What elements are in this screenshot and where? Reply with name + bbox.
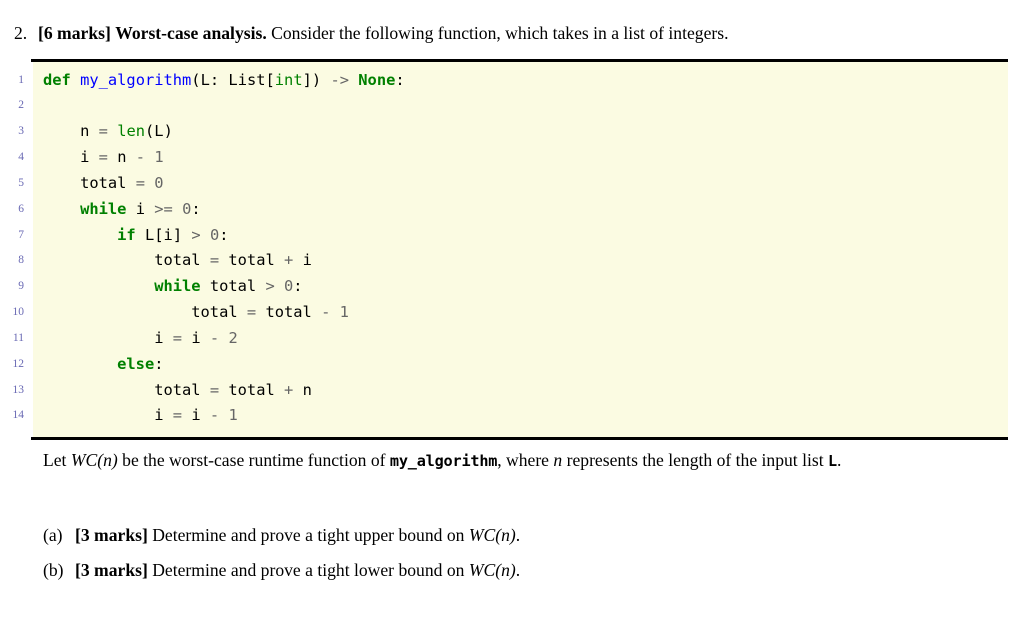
subpart-b-math: WC(n) bbox=[468, 559, 516, 580]
para-text-5: . bbox=[836, 450, 842, 470]
code-line-content: i = n - 1 bbox=[80, 148, 164, 167]
subpart-b-before: Determine and prove a tight lower bound … bbox=[147, 559, 469, 580]
code-line-number: 12 bbox=[12, 357, 25, 370]
code-line-number: 14 bbox=[12, 409, 25, 422]
code-listing: 1 def my_algorithm(L: List[int]) -> None:… bbox=[0, 59, 1024, 440]
code-line-content: i = i - 2 bbox=[154, 328, 238, 347]
code-line-number: 10 bbox=[12, 306, 25, 319]
code-line: 11 i = i - 2 bbox=[13, 326, 1008, 352]
code-line-content: if L[i] > 0: bbox=[117, 225, 229, 244]
subpart-a-label: (a) bbox=[43, 525, 63, 545]
question-marks: [6 marks] bbox=[38, 23, 111, 43]
code-line: 6 while i >= 0: bbox=[18, 197, 1008, 223]
code-line-number: 7 bbox=[18, 228, 24, 241]
subpart-a-after: . bbox=[515, 525, 521, 545]
code-line-number: 4 bbox=[18, 151, 24, 164]
subpart-a: (a) [3 marks] Determine and prove a tigh… bbox=[43, 524, 1008, 548]
code-line: 8 total = total + i bbox=[18, 248, 1008, 274]
listing-bottom-rule bbox=[31, 437, 1008, 440]
math-n: n bbox=[553, 450, 563, 470]
subpart-a-text: [3 marks] Determine and prove a tight up… bbox=[75, 524, 1008, 548]
code-line-number: 2 bbox=[18, 99, 24, 112]
code-line-number: 11 bbox=[12, 331, 24, 344]
code-line-number: 6 bbox=[18, 202, 24, 215]
question-stem: 2. [6 marks] Worst-case analysis. Consid… bbox=[14, 22, 1010, 46]
code-line-number: 5 bbox=[18, 176, 24, 189]
code-line-number: 1 bbox=[18, 73, 24, 86]
code-line-content bbox=[33, 93, 1008, 119]
code-line: 14 i = i - 1 bbox=[13, 403, 1008, 429]
code-line: 3 n = len(L) bbox=[18, 119, 1008, 145]
para-text-4: represents the length of the input list bbox=[562, 450, 829, 470]
code-line: 1 def my_algorithm(L: List[int]) -> None: bbox=[18, 68, 1008, 94]
question-title: Worst-case analysis. bbox=[115, 23, 267, 43]
code-line-content: total = total + i bbox=[154, 251, 312, 270]
code-line-number: 9 bbox=[18, 280, 24, 293]
code-line-content: total = total - 1 bbox=[191, 303, 349, 322]
code-line-content: while total > 0: bbox=[154, 277, 303, 296]
subpart-b-after: . bbox=[515, 559, 521, 580]
question-prompt: Consider the following function, which t… bbox=[271, 23, 729, 43]
math-wc-n-1: WC(n) bbox=[70, 450, 118, 470]
question-body: [6 marks] Worst-case analysis. Consider … bbox=[38, 22, 1010, 46]
code-line: 12 else: bbox=[13, 352, 1008, 378]
code-line-number: 8 bbox=[18, 254, 24, 267]
subpart-b-text: [3 marks] Determine and prove a tight lo… bbox=[75, 559, 1008, 583]
code-area: 1 def my_algorithm(L: List[int]) -> None:… bbox=[13, 61, 1008, 438]
code-line-number: 13 bbox=[12, 383, 25, 396]
inline-code-l: L bbox=[828, 452, 837, 470]
definition-paragraph: Let WC(n) be the worst-case runtime func… bbox=[43, 448, 1008, 474]
code-line: 10 total = total - 1 bbox=[13, 300, 1008, 326]
subpart-a-math: WC(n) bbox=[468, 525, 516, 545]
para-text-1: Let bbox=[43, 450, 71, 470]
code-line: 4 i = n - 1 bbox=[18, 145, 1008, 171]
code-line-content: n = len(L) bbox=[80, 122, 173, 141]
para-text-3: , where bbox=[497, 450, 554, 470]
code-line: 13 total = total + n bbox=[13, 378, 1008, 404]
code-line: 7 if L[i] > 0: bbox=[18, 223, 1008, 249]
subpart-a-before: Determine and prove a tight upper bound … bbox=[147, 525, 469, 545]
code-line: 9 while total > 0: bbox=[18, 274, 1008, 300]
question-number: 2. bbox=[14, 23, 28, 43]
code-line: 5 total = 0 bbox=[18, 171, 1008, 197]
subpart-b-marks: [3 marks] bbox=[75, 559, 148, 580]
para-text-2: be the worst-case runtime function of bbox=[117, 450, 390, 470]
subpart-b: (b) [3 marks] Determine and prove a tigh… bbox=[43, 559, 1008, 583]
code-line-content: i = i - 1 bbox=[154, 406, 238, 425]
inline-code-my-algorithm: my_algorithm bbox=[389, 452, 498, 470]
subparts-list: (a) [3 marks] Determine and prove a tigh… bbox=[43, 524, 1008, 594]
subpart-b-label: (b) bbox=[43, 559, 64, 580]
code-line-content: while i >= 0: bbox=[80, 199, 201, 218]
code-line-content: total = 0 bbox=[80, 173, 164, 192]
subpart-a-marks: [3 marks] bbox=[75, 525, 148, 545]
code-line-content: else: bbox=[117, 354, 164, 373]
code-line-number: 3 bbox=[18, 125, 24, 138]
code-line: 2 bbox=[18, 93, 1008, 119]
code-line-content: def my_algorithm(L: List[int]) -> None: bbox=[43, 70, 405, 89]
code-line-content: total = total + n bbox=[154, 380, 312, 399]
